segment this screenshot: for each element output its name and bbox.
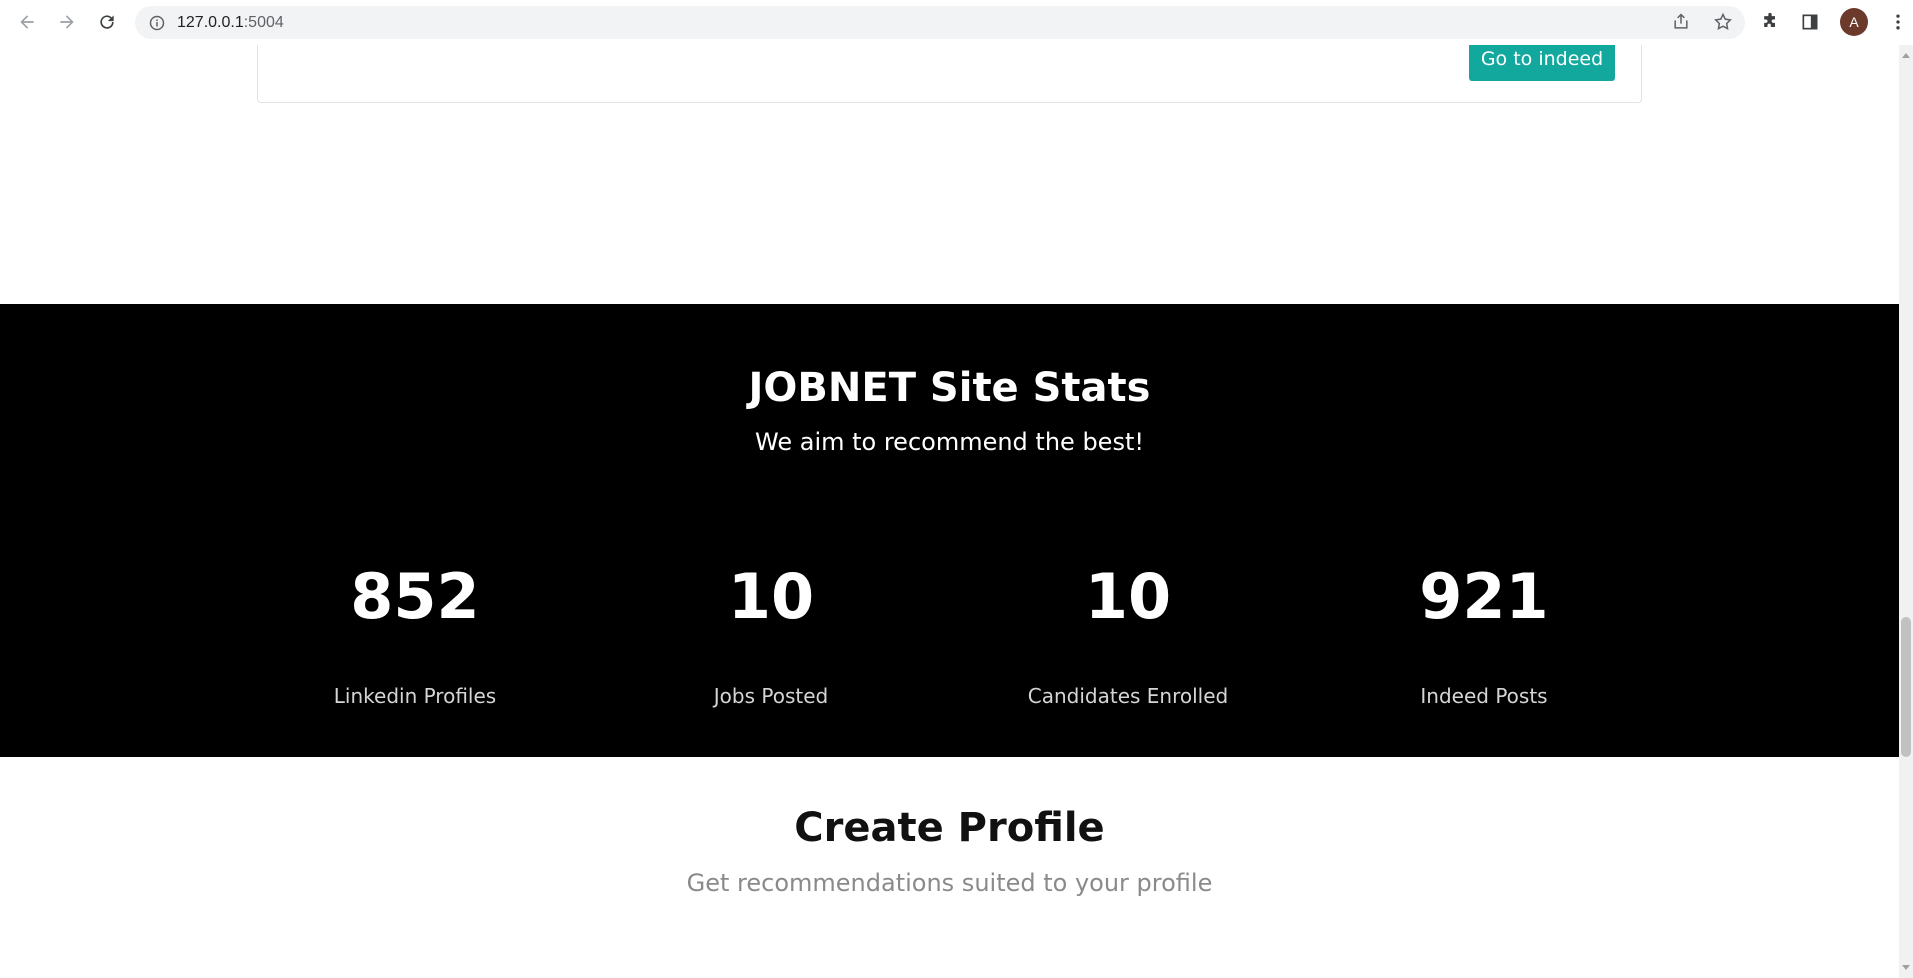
extensions-puzzle-icon[interactable] [1760, 12, 1780, 32]
indeed-card: Go to indeed [257, 45, 1642, 103]
share-icon[interactable] [1671, 12, 1691, 32]
create-profile-section: Create Profile Get recommendations suite… [0, 805, 1899, 897]
stat-label: Indeed Posts [1420, 684, 1548, 708]
profile-avatar[interactable]: A [1840, 8, 1868, 36]
url-port: :5004 [243, 13, 284, 31]
scroll-thumb[interactable] [1901, 617, 1911, 757]
scroll-up-arrow-icon[interactable] [1902, 53, 1910, 58]
forward-arrow-icon [60, 15, 74, 29]
stat-value: 10 [1084, 560, 1172, 633]
create-profile-title: Create Profile [794, 805, 1105, 851]
stat-label: Jobs Posted [713, 684, 829, 708]
reload-button[interactable] [92, 7, 122, 37]
address-bar[interactable]: 127.0.0.1:5004 [135, 6, 1745, 39]
url-host: 127.0.0.1 [177, 13, 244, 31]
scroll-down-arrow-icon[interactable] [1902, 965, 1910, 970]
stat-value: 10 [727, 560, 815, 633]
stats-title: JOBNET Site Stats [748, 365, 1151, 411]
back-arrow-icon [20, 15, 34, 29]
site-stats-section: JOBNET Site Stats We aim to recommend th… [0, 304, 1899, 757]
page-viewport: Go to indeed JOBNET Site Stats We aim to… [0, 45, 1899, 978]
forward-button[interactable] [52, 7, 82, 37]
stat-value: 852 [350, 560, 480, 633]
stat-value: 921 [1419, 560, 1549, 633]
bookmark-star-icon[interactable] [1713, 12, 1733, 32]
menu-kebab-icon[interactable] [1888, 12, 1908, 32]
stat-label: Candidates Enrolled [1027, 684, 1229, 708]
stats-subtitle: We aim to recommend the best! [755, 428, 1144, 456]
avatar-letter: A [1849, 14, 1859, 30]
stat-label: Linkedin Profiles [333, 684, 497, 708]
create-profile-subtitle: Get recommendations suited to your profi… [686, 869, 1213, 897]
go-to-indeed-button[interactable]: Go to indeed [1469, 45, 1615, 81]
url-text: 127.0.0.1:5004 [177, 14, 284, 32]
side-panel-icon[interactable] [1800, 12, 1820, 32]
vertical-scrollbar[interactable] [1899, 45, 1913, 978]
browser-toolbar: 127.0.0.1:5004 A [0, 0, 1913, 45]
reload-icon [100, 15, 114, 29]
back-button[interactable] [12, 7, 42, 37]
site-info-icon[interactable] [149, 15, 165, 31]
